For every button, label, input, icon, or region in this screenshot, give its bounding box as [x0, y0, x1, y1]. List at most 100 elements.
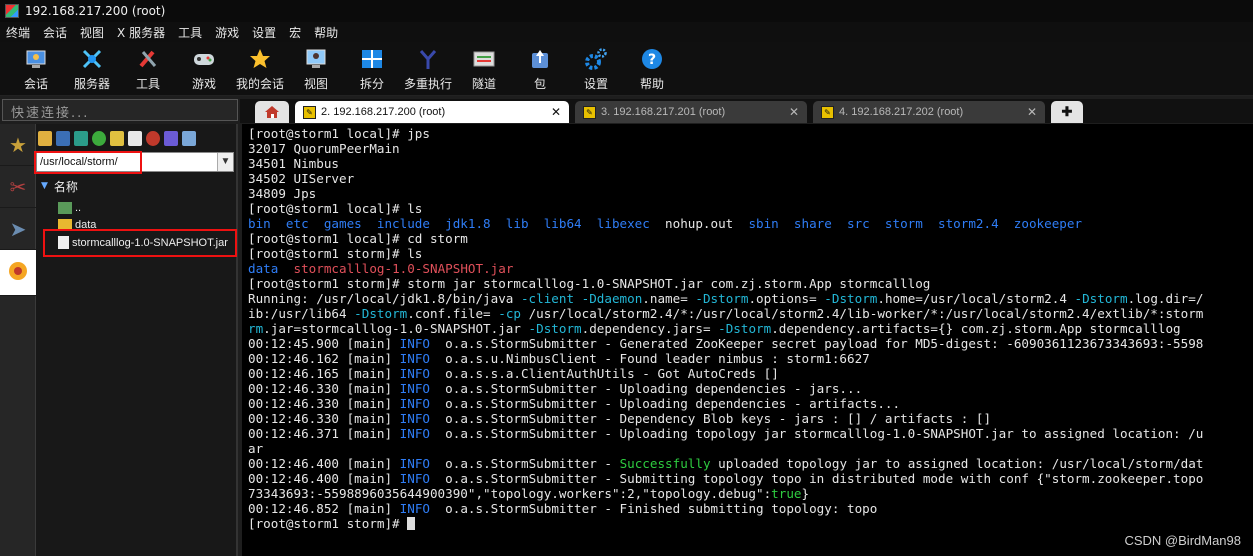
terminal-line: [root@storm1 storm]#: [248, 516, 1253, 531]
terminal-text: 34501 Nimbus: [248, 156, 339, 171]
terminal-text: ar: [248, 441, 264, 456]
menu-help[interactable]: 帮助: [314, 24, 338, 41]
session-button[interactable]: 会话: [8, 42, 64, 96]
terminal-text: 00:12:46.162 [main]: [248, 351, 400, 366]
menu-macros[interactable]: 宏: [289, 24, 301, 41]
terminal-text: -Dstorm: [528, 321, 582, 336]
quick-connect-input[interactable]: 快速连接...: [2, 99, 238, 121]
parent-folder-icon[interactable]: [38, 130, 52, 146]
terminal-line: 00:12:46.330 [main] INFO o.a.s.StormSubm…: [248, 411, 1253, 426]
menu-terminal[interactable]: 终端: [6, 24, 30, 41]
star-icon: ★: [9, 132, 27, 157]
terminal-text: .conf.file=: [407, 306, 499, 321]
close-icon[interactable]: ✕: [789, 105, 799, 119]
expand-arrow-icon: ▼: [41, 181, 48, 191]
menu-tools[interactable]: 工具: [178, 24, 202, 41]
terminal-line: 34809 Jps: [248, 186, 1253, 201]
split-icon: [360, 47, 384, 71]
tab-session-2[interactable]: ✎ 2. 192.168.217.200 (root) ✕: [295, 101, 569, 123]
terminal-text: ib:/usr/lib64: [248, 306, 355, 321]
split-button[interactable]: 拆分: [344, 42, 400, 96]
menu-xserver[interactable]: X 服务器: [117, 24, 165, 41]
terminal-text: .log.dir=/: [1127, 291, 1204, 306]
terminal-text: INFO: [399, 381, 430, 396]
sftp-column-header[interactable]: ▼ 名称: [36, 175, 234, 197]
delete-icon[interactable]: [146, 130, 160, 146]
home-tab[interactable]: [255, 101, 289, 123]
terminal-text: 32017 QuorumPeerMain: [248, 141, 400, 156]
terminal-line: 00:12:45.900 [main] INFO o.a.s.StormSubm…: [248, 336, 1253, 351]
terminal-text: data: [248, 261, 279, 276]
sftp-icon: [8, 261, 28, 284]
close-icon[interactable]: ✕: [551, 105, 561, 119]
new-folder-icon[interactable]: [110, 130, 124, 146]
terminal-text: 73343693:-5598896035644900390","topology…: [248, 486, 772, 501]
terminal-text: INFO: [399, 501, 430, 516]
properties-icon[interactable]: [182, 130, 196, 146]
download-icon[interactable]: [56, 130, 70, 146]
terminal-text: -Dstorm: [695, 291, 749, 306]
terminal-text: 00:12:46.330 [main]: [248, 396, 400, 411]
main-toolbar: 会话 服务器 工具 游戏 我的会话 视图 拆分 多重执行 隧道 包 设置 ? 帮…: [0, 42, 1253, 96]
tab-session-4[interactable]: ✎ 4. 192.168.217.202 (root) ✕: [813, 101, 1045, 123]
sidebar-tab-tools[interactable]: ✂: [0, 166, 36, 208]
terminal-text: o.a.s.StormSubmitter -: [430, 456, 620, 471]
menu-games[interactable]: 游戏: [215, 24, 239, 41]
menu-view[interactable]: 视图: [80, 24, 104, 41]
menu-settings[interactable]: 设置: [252, 24, 276, 41]
terminal-output[interactable]: [root@storm1 local]# jps 32017 QuorumPeer…: [242, 124, 1253, 556]
help-button[interactable]: ? 帮助: [624, 42, 680, 96]
upload-icon[interactable]: [74, 130, 88, 146]
terminal-cursor: [407, 517, 416, 530]
terminal-text: 34502 UIServer: [248, 171, 355, 186]
rename-icon[interactable]: [164, 130, 178, 146]
settings-button[interactable]: 设置: [568, 42, 624, 96]
terminal-text: INFO: [399, 471, 430, 486]
window-title: 192.168.217.200 (root): [25, 4, 166, 18]
terminal-text: uploaded topology jar to assigned locati…: [710, 456, 1204, 471]
terminal-text: }: [801, 486, 810, 501]
sidebar-tab-sftp[interactable]: [0, 250, 36, 296]
view-button[interactable]: 视图: [288, 42, 344, 96]
sftp-item-parent[interactable]: ..: [58, 199, 81, 216]
tab-session-3[interactable]: ✎ 3. 192.168.217.201 (root) ✕: [575, 101, 807, 123]
tools-icon: ✂: [9, 174, 27, 199]
terminal-text: sbin share src storm storm2.4 zookeeper: [748, 216, 1083, 231]
sidebar-tab-sessions[interactable]: ★: [0, 124, 36, 166]
terminal-line: [root@storm1 storm]# storm jar stormcall…: [248, 276, 1253, 291]
terminal-tab-icon: ✎: [821, 105, 834, 119]
terminal-text: o.a.s.s.a.ClientAuthUtils - Got AutoCred…: [430, 366, 779, 381]
games-button[interactable]: 游戏: [176, 42, 232, 96]
terminal-text: 00:12:46.852 [main]: [248, 501, 400, 516]
terminal-text: o.a.s.StormSubmitter - Generated ZooKeep…: [430, 336, 1204, 351]
packages-button[interactable]: 包: [512, 42, 568, 96]
terminal-text: o.a.s.StormSubmitter - Uploading topolog…: [430, 426, 1204, 441]
tunnel-button[interactable]: 隧道: [456, 42, 512, 96]
terminal-line: 34502 UIServer: [248, 171, 1253, 186]
terminal-line: ib:/usr/lib64 -Dstorm.conf.file= -cp /us…: [248, 306, 1253, 321]
servers-button[interactable]: 服务器: [64, 42, 120, 96]
parent-dir-icon: [58, 201, 72, 214]
menu-sessions[interactable]: 会话: [43, 24, 67, 41]
new-tab-button[interactable]: ✚: [1051, 101, 1083, 123]
chevron-down-icon[interactable]: ▼: [217, 153, 233, 171]
terminal-line: data stormcalllog-1.0-SNAPSHOT.jar: [248, 261, 1253, 276]
terminal-text: [root@storm1 storm]#: [248, 516, 408, 531]
terminal-text: .jar=stormcalllog-1.0-SNAPSHOT.jar: [263, 321, 529, 336]
sidebar-tab-macros[interactable]: ➤: [0, 208, 36, 250]
gear-icon: [584, 47, 608, 71]
tools-button[interactable]: 工具: [120, 42, 176, 96]
star-icon: [248, 47, 272, 71]
session-tab-bar: ✎ 2. 192.168.217.200 (root) ✕ ✎ 3. 192.1…: [240, 99, 1253, 123]
tools-icon: [136, 47, 160, 71]
my-sessions-button[interactable]: 我的会话: [232, 42, 288, 96]
new-file-icon[interactable]: [128, 130, 142, 146]
terminal-line: 32017 QuorumPeerMain: [248, 141, 1253, 156]
svg-text:?: ?: [648, 52, 656, 68]
terminal-line: 00:12:46.400 [main] INFO o.a.s.StormSubm…: [248, 456, 1253, 471]
view-icon: [304, 47, 328, 71]
multiexec-button[interactable]: 多重执行: [400, 42, 456, 96]
refresh-icon[interactable]: [92, 130, 106, 146]
close-icon[interactable]: ✕: [1027, 105, 1037, 119]
